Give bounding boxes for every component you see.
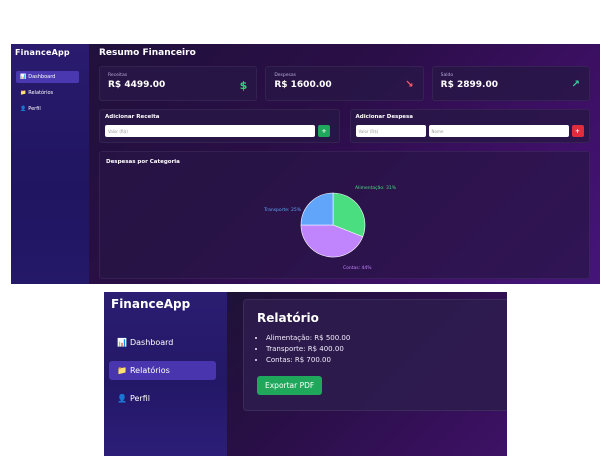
pie-label: Alimentação: 31%: [355, 185, 397, 191]
form-title: Adicionar Despesa: [355, 114, 413, 120]
sidebar: FinanceApp 📊 Dashboard 📁 Relatórios 👤 Perfi…: [104, 292, 227, 456]
card-label: Saldo: [440, 73, 454, 78]
user-icon: 👤: [20, 106, 27, 112]
chart-icon: 📊: [117, 338, 127, 347]
dollar-icon: $: [239, 79, 248, 92]
card-label: Despesas: [274, 73, 296, 78]
summary-cards: Receitas R$ 4499.00 $ Despesas R$ 1600.0…: [99, 66, 590, 101]
page-title: Resumo Financeiro: [99, 48, 196, 58]
sidebar-item-perfil[interactable]: 👤 Perfil: [109, 389, 216, 408]
sidebar: FinanceApp 📊 Dashboard 📁 Relatórios 👤 Perfi…: [11, 44, 89, 284]
add-expense-button[interactable]: +: [571, 125, 584, 137]
add-income-button[interactable]: +: [318, 125, 330, 137]
expense-name-input[interactable]: Nome: [428, 125, 569, 137]
main-content: Resumo Financeiro Receitas R$ 4499.00 $ …: [89, 44, 600, 284]
expense-value-input[interactable]: Valor (R$): [355, 125, 426, 137]
sidebar-item-relatorios[interactable]: 📁 Relatórios: [109, 361, 216, 380]
sidebar-item-dashboard[interactable]: 📊 Dashboard: [109, 333, 216, 352]
add-expense-form: Adicionar Despesa Valor (R$) Nome +: [349, 109, 590, 143]
sidebar-item-label: Perfil: [28, 106, 41, 112]
sidebar-item-label: Relatórios: [129, 366, 170, 375]
card-value: R$ 2899.00: [440, 80, 498, 90]
sidebar-item-label: Perfil: [129, 394, 150, 403]
main-content: Relatório Alimentação: R$ 500.00 Transpo…: [227, 292, 507, 456]
form-row: Valor (R$) +: [105, 125, 334, 137]
app-logo: FinanceApp: [111, 297, 191, 311]
add-income-form: Adicionar Receita Valor (R$) +: [99, 109, 340, 143]
income-value-input[interactable]: Valor (R$): [105, 125, 315, 137]
card-value: R$ 4499.00: [108, 80, 166, 90]
folder-icon: 📁: [20, 90, 27, 96]
list-item: Transporte: R$ 400.00: [266, 344, 507, 355]
sidebar-item-relatorios[interactable]: 📁 Relatórios: [16, 87, 79, 99]
expense-chart-card: Despesas por Categoria Alimentação: 31% C…: [99, 151, 590, 279]
folder-icon: 📁: [117, 366, 127, 375]
app-logo: FinanceApp: [15, 48, 70, 57]
expense-card: Despesas R$ 1600.00 ↘: [265, 66, 424, 101]
list-item: Alimentação: R$ 500.00: [266, 333, 507, 344]
pie-label: Transporte: 25%: [263, 207, 302, 213]
balance-card: Saldo R$ 2899.00 ↗: [431, 66, 590, 101]
sidebar-item-perfil[interactable]: 👤 Perfil: [16, 103, 79, 115]
sidebar-item-label: Dashboard: [28, 74, 56, 80]
sidebar-item-label: Relatórios: [28, 90, 54, 96]
report-card: Relatório Alimentação: R$ 500.00 Transpo…: [243, 299, 507, 411]
entry-forms: Adicionar Receita Valor (R$) + Adicionar…: [99, 109, 590, 143]
pie-slice: [300, 192, 334, 226]
form-row: Valor (R$) Nome +: [355, 125, 585, 137]
pie-label: Contas: 44%: [343, 265, 372, 271]
user-icon: 👤: [117, 394, 127, 403]
export-pdf-button[interactable]: Exportar PDF: [257, 376, 323, 395]
report-screenshot: FinanceApp 📊 Dashboard 📁 Relatórios 👤 Perfi…: [104, 292, 507, 456]
chart-icon: 📊: [20, 74, 27, 80]
trend-up-icon: ↗: [571, 79, 580, 90]
card-label: Receitas: [108, 73, 128, 78]
list-item: Contas: R$ 700.00: [266, 355, 507, 366]
sidebar-nav: 📊 Dashboard 📁 Relatórios 👤 Perfil: [104, 333, 227, 408]
income-card: Receitas R$ 4499.00 $: [99, 66, 258, 101]
form-title: Adicionar Receita: [105, 114, 160, 120]
report-list: Alimentação: R$ 500.00 Transporte: R$ 40…: [257, 333, 507, 366]
trend-down-icon: ↘: [405, 79, 414, 90]
card-value: R$ 1600.00: [274, 80, 332, 90]
sidebar-item-label: Dashboard: [129, 338, 174, 347]
report-title: Relatório: [257, 311, 319, 325]
sidebar-item-dashboard[interactable]: 📊 Dashboard: [16, 71, 79, 83]
dashboard-screenshot: FinanceApp 📊 Dashboard 📁 Relatórios 👤 Perfi…: [11, 44, 600, 284]
pie-chart: Alimentação: 31% Contas: 44% Transporte: 2…: [263, 185, 397, 271]
sidebar-nav: 📊 Dashboard 📁 Relatórios 👤 Perfil: [11, 71, 89, 115]
